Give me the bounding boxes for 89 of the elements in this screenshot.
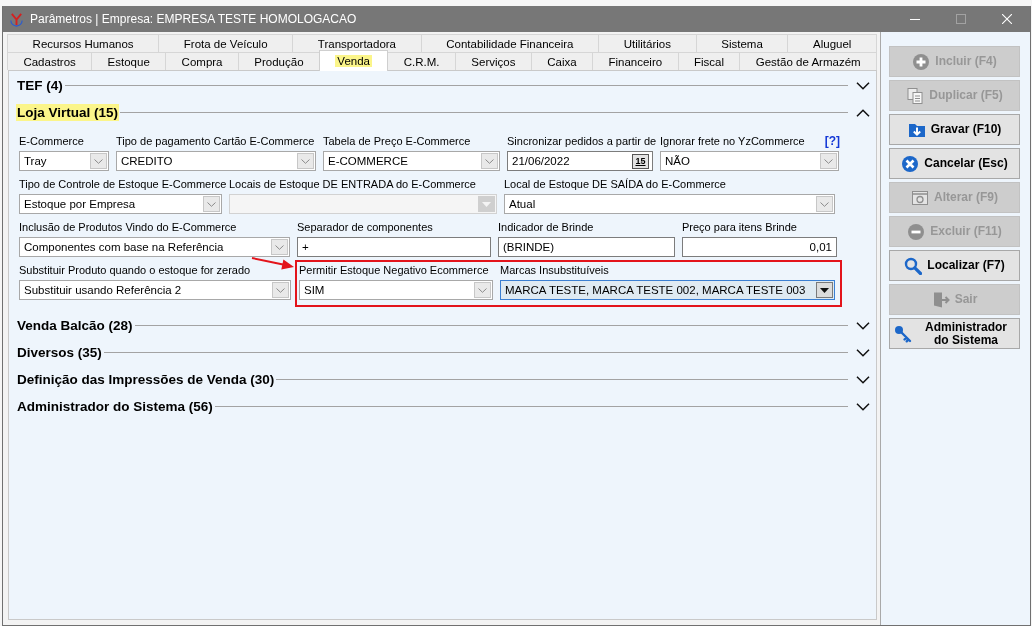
tab[interactable]: Produção	[237, 52, 320, 70]
tab[interactable]: C.R.M.	[387, 52, 456, 70]
cancel-button[interactable]: Cancelar (Esc)	[889, 148, 1020, 179]
number-field[interactable]: 0,01	[682, 237, 837, 257]
chevron-down-icon[interactable]	[856, 375, 870, 384]
tab[interactable]: Transportadora	[292, 34, 422, 52]
chevron-up-icon[interactable]	[856, 108, 870, 117]
dropdown-field[interactable]: MARCA TESTE, MARCA TESTE 002, MARCA TESTE 003	[500, 280, 835, 300]
section-title: Administrador do Sistema (56)	[16, 398, 214, 415]
field-label: Indicador de Brinde	[498, 221, 594, 233]
tab[interactable]: Gestão de Armazém	[739, 52, 877, 70]
field-label: Tipo de Controle de Estoque E-Commerce	[19, 178, 227, 190]
tab[interactable]: Financeiro	[592, 52, 679, 70]
close-icon	[1002, 14, 1012, 24]
dropdown-field[interactable]: Componentes com base na Referência	[19, 237, 290, 257]
field-label: Locais de Estoque DE ENTRADA do E-Commerce	[229, 178, 476, 190]
dropdown-field[interactable]: SIM	[299, 280, 493, 300]
chevron-down-icon	[820, 153, 837, 169]
window-title: Parâmetros | Empresa: EMPRESA TESTE HOMOLOGACAO	[30, 12, 357, 26]
tab[interactable]: Cadastros	[7, 52, 93, 70]
field-label: Separador de componentes	[297, 221, 433, 233]
logo-icon	[9, 11, 24, 27]
field-label: Permitir Estoque Negativo Ecommerce	[299, 264, 489, 276]
field-label: Inclusão de Produtos Vindo do E-Commerce	[19, 221, 237, 233]
field-label: Local de Estoque DE SAÍDA do E-Commerce	[504, 178, 726, 190]
key-icon	[894, 324, 912, 343]
tab[interactable]: Serviços	[454, 52, 532, 70]
dropdown-field[interactable]: Tray	[19, 151, 109, 171]
field-label: E-Commerce	[19, 135, 84, 147]
date-field[interactable]: 21/06/2022 15	[507, 151, 653, 171]
chevron-down-icon[interactable]	[856, 402, 870, 411]
chevron-down-icon[interactable]	[856, 321, 870, 330]
tab[interactable]: Frota de Veículo	[158, 34, 294, 52]
maximize-icon	[956, 14, 966, 24]
field-label: Marcas Insubstituíveis	[500, 264, 609, 276]
tab[interactable]: Aluguel	[787, 34, 877, 52]
field-label: Tipo de pagamento Cartão E-Commerce	[116, 135, 315, 147]
section-title: Definição das Impressões de Venda (30)	[16, 371, 276, 388]
tab[interactable]: Sistema	[695, 34, 789, 52]
dropdown-field[interactable]: E-COMMERCE	[323, 151, 500, 171]
plus-circle-icon	[912, 52, 931, 71]
chevron-down-icon	[481, 153, 498, 169]
help-link[interactable]: [?]	[824, 134, 840, 148]
tab[interactable]: Recursos Humanos	[7, 34, 160, 52]
chevron-down-icon	[474, 282, 491, 298]
minus-circle-icon	[907, 222, 926, 241]
chevron-down-icon	[271, 239, 288, 255]
section-title: Venda Balcão (28)	[16, 317, 134, 334]
dropdown-field[interactable]: Estoque por Empresa	[19, 194, 222, 214]
tab[interactable]: Fiscal	[677, 52, 741, 70]
chevron-down-icon	[203, 196, 220, 212]
x-circle-icon	[901, 154, 920, 173]
tab[interactable]: Utilitários	[598, 34, 697, 52]
calendar-button[interactable]: 15	[632, 153, 649, 169]
minimize-icon	[910, 18, 920, 20]
chevron-down-icon[interactable]	[856, 348, 870, 357]
chevron-down-icon	[297, 153, 314, 169]
dropdown-field[interactable]: Substituir usando Referência 2	[19, 280, 291, 300]
tab[interactable]: Venda	[318, 50, 389, 71]
chevron-down-icon	[816, 196, 833, 212]
section-title: Loja Virtual (15)	[16, 104, 120, 121]
caret-down-icon	[816, 282, 833, 298]
caret-down-icon	[478, 196, 495, 212]
dropdown-field[interactable]: NÃO	[660, 151, 839, 171]
admin-button[interactable]: Administrador do Sistema	[889, 318, 1020, 349]
text-field[interactable]: +	[297, 237, 491, 257]
chevron-down-icon[interactable]	[856, 81, 870, 90]
dropdown-field[interactable]: CREDITO	[116, 151, 316, 171]
tab[interactable]: Estoque	[91, 52, 167, 70]
field-label: Ignorar frete no YzCommerce	[660, 135, 805, 147]
search-button[interactable]: Localizar (F7)	[889, 250, 1020, 281]
chevron-down-icon	[90, 153, 107, 169]
field-label: Tabela de Preço E-Commerce	[323, 135, 471, 147]
field-label: Substituir Produto quando o estoque for zerado	[19, 264, 251, 276]
text-field[interactable]: (BRINDE)	[498, 237, 675, 257]
field-label: Sincronizar pedidos a partir de	[507, 135, 657, 147]
search-icon	[904, 256, 923, 275]
section-title: Diversos (35)	[16, 344, 103, 361]
save-button[interactable]: Gravar (F10)	[889, 114, 1020, 145]
section-title: TEF (4)	[16, 77, 64, 94]
copy-icon	[906, 86, 925, 105]
dropdown-field[interactable]: Atual	[504, 194, 835, 214]
window-icon	[911, 188, 929, 207]
tab[interactable]: Compra	[165, 52, 239, 70]
field-label: Preço para itens Brinde	[682, 221, 797, 233]
tab[interactable]: Contabilidade Financeira	[420, 34, 600, 52]
tab[interactable]: Caixa	[530, 52, 594, 70]
door-arrow-icon	[931, 290, 950, 309]
chevron-down-icon	[272, 282, 289, 298]
